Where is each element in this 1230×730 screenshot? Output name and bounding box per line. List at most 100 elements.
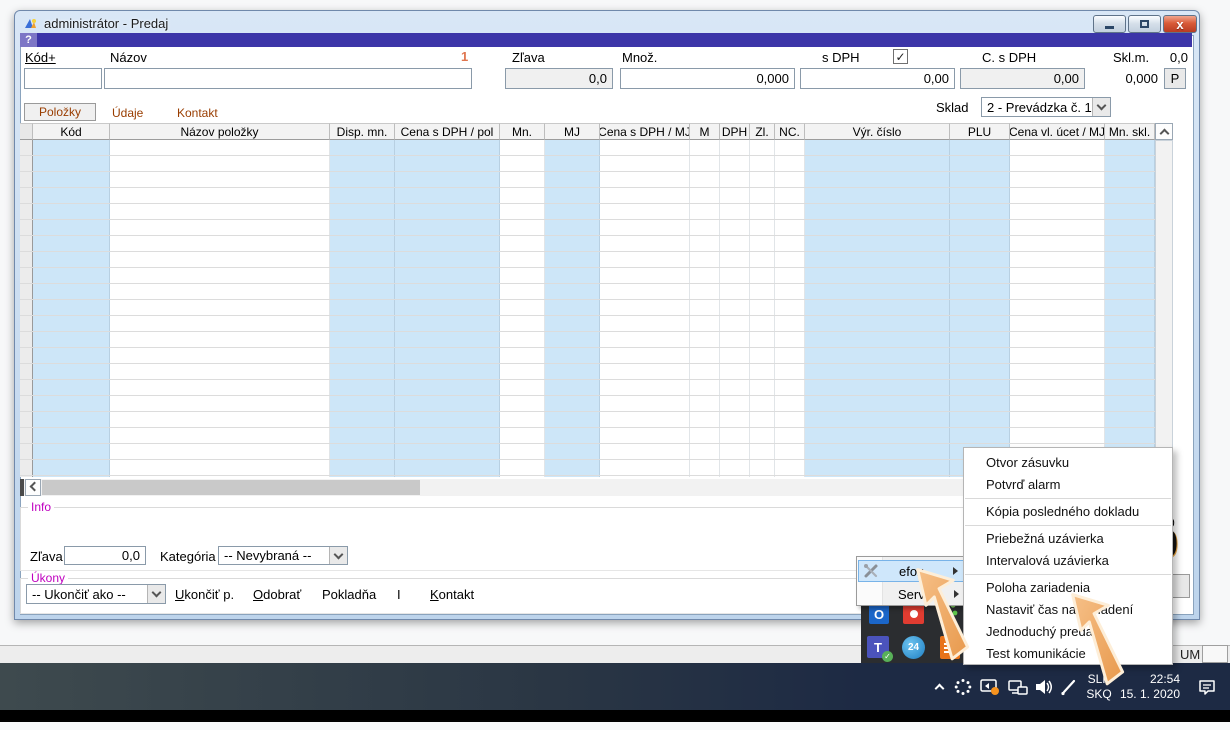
- column-header-cena-vl[interactable]: Cena vl. úcet / MJ: [1010, 123, 1105, 140]
- zlava-bottom-field[interactable]: 0,0: [64, 546, 146, 565]
- column-header-cena-pol[interactable]: Cena s DPH / pol: [395, 123, 500, 140]
- kategoria-dropdown-button[interactable]: [329, 547, 347, 564]
- p-button[interactable]: P: [1164, 68, 1186, 89]
- ukoncit-ako-dropdown-button[interactable]: [147, 585, 165, 603]
- horizontal-scrollbar-thumb[interactable]: [42, 480, 420, 495]
- tab-kontakt[interactable]: Kontakt: [177, 106, 218, 120]
- s-dph-field[interactable]: 0,00: [800, 68, 955, 89]
- table-column-zl: [750, 140, 775, 477]
- submenu-item-otvor-zasuvku[interactable]: Otvor zásuvku: [964, 452, 1172, 474]
- dotted-circle-glyph: [954, 678, 972, 696]
- minimize-button[interactable]: [1093, 15, 1126, 33]
- outlook-icon[interactable]: O: [869, 604, 889, 624]
- splitter-handle[interactable]: [20, 479, 24, 496]
- i-button[interactable]: I: [397, 587, 401, 602]
- restore-icon: [1140, 20, 1149, 28]
- minimize-icon: [1105, 26, 1114, 29]
- title-bar: administrátor - Predaj: [15, 11, 1199, 35]
- tab-polozky[interactable]: Položky: [24, 103, 96, 121]
- kategoria-dropdown[interactable]: -- Nevybraná --: [218, 546, 348, 565]
- ukoncit-p-button[interactable]: Ukončiť p.: [175, 587, 234, 602]
- submenu-item-kopia-dokladu[interactable]: Kópia posledného dokladu: [964, 501, 1172, 523]
- menu-separator: [965, 574, 1171, 575]
- row-selector-header: [20, 123, 33, 140]
- menu-separator: [965, 525, 1171, 526]
- ukoncit-ako-value: -- Ukončiť ako --: [32, 587, 126, 602]
- chevron-left-icon: [30, 481, 40, 491]
- column-header-dph[interactable]: DPH: [720, 123, 750, 140]
- window-title: administrátor - Predaj: [44, 16, 168, 31]
- row-indicator: 1: [461, 49, 468, 64]
- network-tray-icon[interactable]: [1004, 663, 1032, 710]
- submenu-item-priebezna-uzavierka[interactable]: Priebežná uzávierka: [964, 528, 1172, 550]
- notification-glyph: [1198, 678, 1217, 696]
- kod-input[interactable]: [24, 68, 102, 89]
- sklad-dropdown[interactable]: 2 - Prevádzka č. 1: [981, 97, 1111, 117]
- submenu-item-intervalova-uzavierka[interactable]: Intervalová uzávierka: [964, 550, 1172, 572]
- c-s-dph-field: 0,00: [960, 68, 1085, 89]
- show-hidden-icons-button[interactable]: [928, 663, 950, 710]
- column-header-vyr-cislo[interactable]: Výr. číslo: [805, 123, 950, 140]
- chevron-down-icon: [152, 588, 162, 598]
- odobrat-button[interactable]: Odobrať: [253, 587, 301, 602]
- um-text-fragment: UM: [1180, 647, 1200, 662]
- scroll-up-button[interactable]: [1155, 123, 1173, 140]
- annotation-arrow-efox: [906, 566, 984, 666]
- column-header-zl[interactable]: Zl.: [750, 123, 775, 140]
- s-dph-checkbox[interactable]: ✓: [893, 49, 908, 64]
- tab-udaje[interactable]: Údaje: [112, 106, 143, 120]
- accel-letter: U: [175, 587, 184, 602]
- table-column-cena-vl: [1010, 140, 1105, 477]
- skl-m-top-value: 0,0: [1158, 50, 1188, 65]
- kategoria-value: -- Nevybraná --: [224, 548, 311, 563]
- table-column-plu: [950, 140, 1010, 477]
- column-header-mn-skl[interactable]: Mn. skl.: [1105, 123, 1155, 140]
- scroll-left-button[interactable]: [25, 479, 41, 496]
- chevron-down-icon: [1097, 101, 1107, 111]
- chevron-up-icon: [1159, 129, 1169, 139]
- speaker-glyph: [1033, 677, 1055, 697]
- close-button[interactable]: x: [1163, 15, 1197, 33]
- zlava-top-label: Zľava: [512, 50, 545, 65]
- pokladna-button[interactable]: Pokladňa: [322, 587, 376, 602]
- sklad-dropdown-button[interactable]: [1092, 98, 1110, 116]
- column-header-mj[interactable]: MJ: [545, 123, 600, 140]
- submenu-item-potvrd-alarm[interactable]: Potvrď alarm: [964, 474, 1172, 496]
- restore-button[interactable]: [1128, 15, 1161, 33]
- command-bar: [20, 33, 1192, 47]
- row-selector-column: [20, 140, 33, 477]
- volume-tray-icon[interactable]: [1030, 663, 1058, 710]
- table-column-vyr-cislo: [805, 140, 950, 477]
- column-header-kod[interactable]: Kód: [33, 123, 110, 140]
- ukony-title: Úkony: [28, 571, 68, 585]
- column-header-nazov[interactable]: Názov položky: [110, 123, 330, 140]
- table-column-mj: [545, 140, 600, 477]
- s-dph-label: s DPH: [822, 50, 860, 65]
- help-button[interactable]: ?: [20, 33, 37, 47]
- sklad-label: Sklad: [936, 100, 969, 115]
- table-column-nazov: [110, 140, 330, 477]
- action-center-button[interactable]: [1192, 663, 1222, 710]
- kategoria-label: Kategória: [160, 549, 216, 564]
- table-column-dph: [720, 140, 750, 477]
- nazov-input[interactable]: [104, 68, 472, 89]
- teams-icon[interactable]: T ✓: [867, 636, 889, 658]
- screen-notification-tray-icon[interactable]: [976, 663, 1004, 710]
- column-header-nc[interactable]: NC.: [775, 123, 805, 140]
- mnozstvo-field[interactable]: 0,000: [620, 68, 795, 89]
- kontakt-button[interactable]: Kontakt: [430, 587, 474, 602]
- column-header-cena-mj[interactable]: Cena s DPH / MJ: [600, 123, 690, 140]
- skl-m-value: 0,000: [1108, 71, 1158, 86]
- chevron-down-icon: [334, 549, 344, 559]
- vertical-scrollbar[interactable]: [1155, 140, 1173, 458]
- table-column-mn-skl: [1105, 140, 1155, 477]
- dotted-circle-tray-icon[interactable]: [950, 663, 976, 710]
- column-header-mn[interactable]: Mn.: [500, 123, 545, 140]
- column-header-m[interactable]: M: [690, 123, 720, 140]
- column-header-plu[interactable]: PLU: [950, 123, 1010, 140]
- close-icon: x: [1176, 17, 1183, 32]
- ukoncit-ako-dropdown[interactable]: -- Ukončiť ako --: [26, 584, 166, 604]
- mnozstvo-label: Množ.: [622, 50, 657, 65]
- column-header-disp-mn[interactable]: Disp. mn.: [330, 123, 395, 140]
- kod-label: Kód+: [25, 50, 56, 65]
